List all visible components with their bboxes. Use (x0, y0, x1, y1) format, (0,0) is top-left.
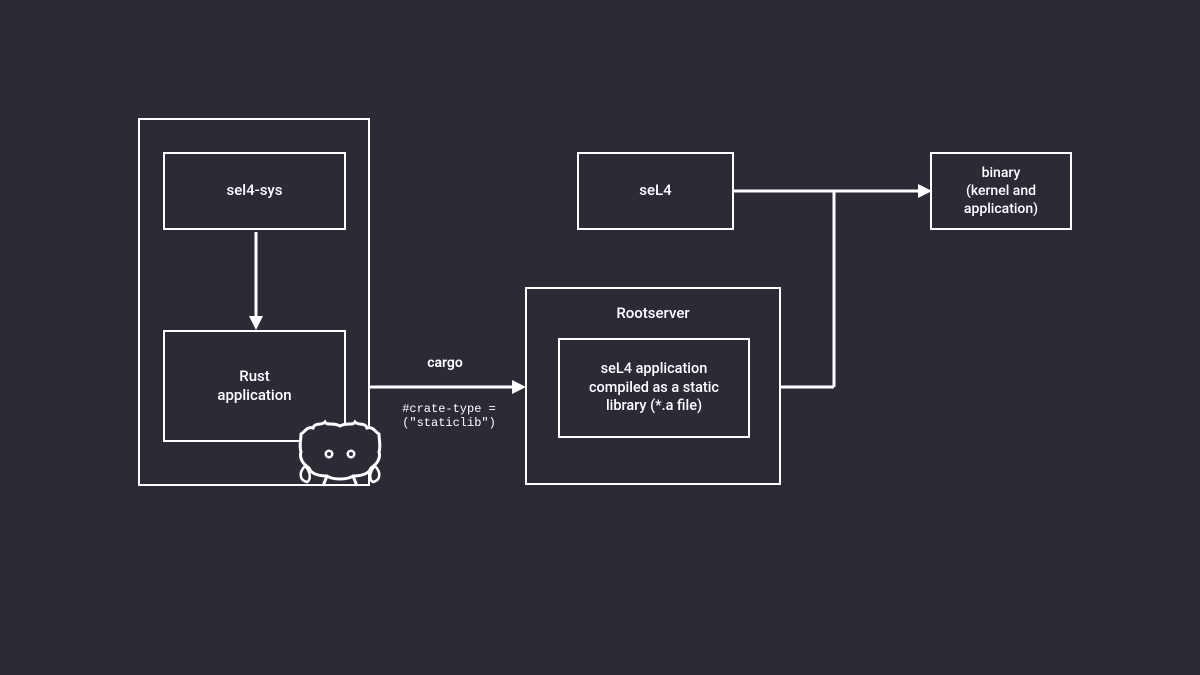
ferris-icon (297, 418, 383, 494)
cargo-label: cargo (400, 355, 490, 372)
sel4-sys-box: sel4-sys (163, 152, 346, 230)
staticlib-label: seL4 application compiled as a static li… (589, 360, 719, 417)
arrow-sel4sys-to-rustapp (249, 232, 263, 330)
arrow-rustapp-to-staticlib (370, 380, 526, 394)
sel4-label: seL4 (639, 181, 671, 201)
arrow-sel4-and-rootserver-to-binary (734, 184, 934, 394)
sel4-sys-label: sel4-sys (227, 181, 283, 201)
sel4-box: seL4 (577, 152, 734, 230)
rust-application-label: Rust application (217, 367, 291, 406)
diagram-canvas: sel4-sys Rust application (0, 0, 1200, 675)
staticlib-box: seL4 application compiled as a static li… (558, 338, 750, 438)
binary-box: binary (kernel and application) (930, 152, 1072, 230)
crate-type-label: #crate-type = ("staticlib") (390, 402, 508, 431)
binary-label: binary (kernel and application) (964, 164, 1038, 219)
